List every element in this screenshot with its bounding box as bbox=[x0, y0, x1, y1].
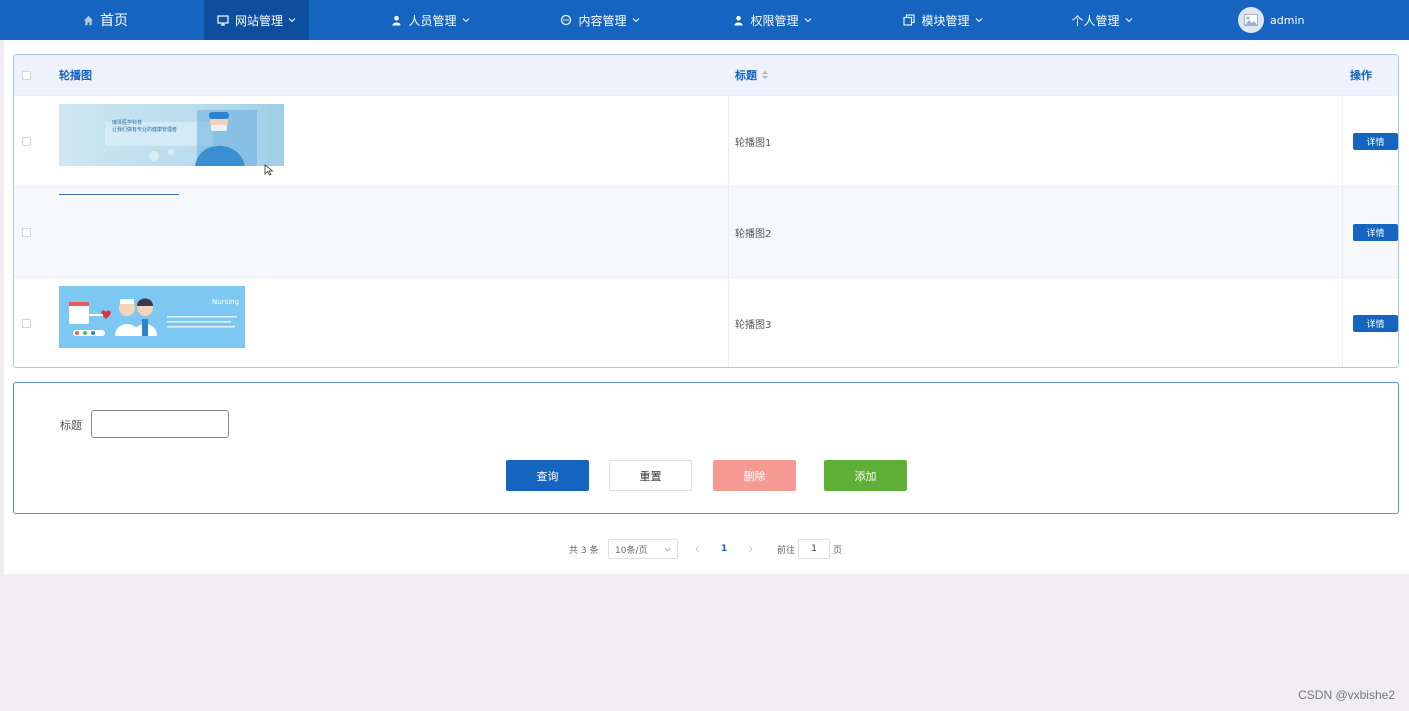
header-actions: 操作 bbox=[1350, 69, 1372, 82]
image-icon bbox=[1244, 14, 1258, 26]
watermark: CSDN @vxbishe2 bbox=[1298, 688, 1395, 702]
detail-button-label: 详情 bbox=[1353, 314, 1398, 332]
nav-personal-label: 个人管理 bbox=[1071, 13, 1120, 28]
nav-content-label: 内容管理 bbox=[578, 13, 627, 28]
goto-page-input[interactable]: 1 bbox=[798, 539, 830, 559]
add-button[interactable]: 添加 bbox=[824, 460, 907, 491]
username: admin bbox=[1270, 13, 1305, 27]
banner-heading: 瑞泽医学科普 bbox=[112, 120, 143, 126]
chevron-left-icon bbox=[695, 546, 700, 552]
row-title: 轮播图3 bbox=[735, 319, 772, 331]
row-title: 轮播图1 bbox=[735, 137, 772, 149]
detail-button[interactable]: 详情 bbox=[1353, 187, 1398, 277]
nav-website-management[interactable]: 网站管理 bbox=[204, 0, 309, 40]
user-menu[interactable]: admin bbox=[1238, 7, 1304, 33]
banner-subheading: 让我们做有专业的健康管理者 bbox=[112, 127, 178, 133]
sort-icon[interactable] bbox=[761, 70, 769, 80]
nav-staff-label: 人员管理 bbox=[408, 13, 457, 28]
nav-module-management[interactable]: 模块管理 bbox=[893, 0, 993, 40]
carousel-image-3: Nursing bbox=[59, 278, 245, 367]
chevron-down-icon bbox=[975, 18, 982, 23]
search-title-input[interactable] bbox=[91, 410, 229, 438]
header-title-label: 标题 bbox=[735, 69, 757, 82]
chevron-down-icon bbox=[462, 18, 469, 23]
header-title[interactable]: 标题 bbox=[735, 55, 769, 95]
carousel-table: 轮播图 标题 操作 瑞泽医学科普 让我们做有专业的健康管理者 轮播图1 详情 轮… bbox=[13, 54, 1399, 368]
mouse-cursor-icon bbox=[264, 164, 274, 176]
chevron-down-icon bbox=[632, 18, 639, 23]
chevron-down-icon bbox=[804, 18, 811, 23]
page-size-select[interactable]: 10条/页 bbox=[608, 539, 678, 559]
nav-website-label: 网站管理 bbox=[234, 13, 283, 28]
nav-content-management[interactable]: 内容管理 bbox=[550, 0, 650, 40]
nav-module-label: 模块管理 bbox=[921, 13, 970, 28]
delete-button[interactable]: 删除 bbox=[713, 460, 796, 491]
carousel-image-1: 瑞泽医学科普 让我们做有专业的健康管理者 bbox=[59, 96, 284, 186]
detail-button-label: 详情 bbox=[1353, 223, 1398, 241]
row-checkbox[interactable] bbox=[22, 187, 31, 277]
pagination: 共 3 条 10条/页 1 前往 1 页 bbox=[0, 539, 1409, 559]
row-title: 轮播图2 bbox=[735, 228, 772, 240]
chat-icon bbox=[560, 14, 572, 26]
pager-total: 共 3 条 bbox=[569, 545, 599, 556]
broken-image-line bbox=[59, 194, 179, 195]
detail-button[interactable]: 详情 bbox=[1353, 278, 1398, 367]
nav-personal-management[interactable]: 个人管理 bbox=[1062, 0, 1142, 40]
search-panel: 标题 查询 重置 删除 添加 bbox=[13, 382, 1399, 514]
nav-home[interactable]: 首页 bbox=[70, 0, 140, 40]
detail-button-label: 详情 bbox=[1353, 132, 1398, 150]
prev-page-button[interactable] bbox=[694, 539, 701, 559]
select-all-checkbox[interactable] bbox=[22, 55, 31, 95]
query-button[interactable]: 查询 bbox=[506, 460, 589, 491]
avatar[interactable] bbox=[1238, 7, 1264, 33]
copy-icon bbox=[903, 14, 916, 26]
user-icon bbox=[390, 14, 402, 26]
row-checkbox[interactable] bbox=[22, 278, 31, 367]
page-size-value: 10条/页 bbox=[615, 545, 648, 556]
next-page-button[interactable] bbox=[747, 539, 754, 559]
banner-heading: Nursing bbox=[212, 298, 240, 306]
nav-permission-label: 权限管理 bbox=[750, 13, 799, 28]
reset-button[interactable]: 重置 bbox=[609, 460, 692, 491]
page-number-current[interactable]: 1 bbox=[721, 539, 727, 559]
table-header: 轮播图 标题 操作 bbox=[14, 55, 1398, 95]
nav-staff-management[interactable]: 人员管理 bbox=[380, 0, 480, 40]
chevron-right-icon bbox=[748, 546, 753, 552]
search-title-label: 标题 bbox=[60, 419, 82, 432]
chevron-down-icon bbox=[1125, 18, 1132, 23]
detail-button[interactable]: 详情 bbox=[1353, 96, 1398, 186]
goto-label: 前往 bbox=[777, 545, 796, 556]
nav-permission-management[interactable]: 权限管理 bbox=[722, 0, 822, 40]
top-nav: 首页 网站管理 人员管理 内容管理 权限管理 模块管理 个人管理 admin bbox=[0, 0, 1409, 40]
chevron-down-icon bbox=[664, 547, 671, 551]
home-icon bbox=[82, 14, 94, 26]
table-row: Nursing 轮播图3 详情 bbox=[14, 277, 1398, 367]
table-row: 瑞泽医学科普 让我们做有专业的健康管理者 轮播图1 详情 bbox=[14, 95, 1398, 186]
header-image: 轮播图 bbox=[59, 69, 92, 82]
row-checkbox[interactable] bbox=[22, 96, 31, 186]
user-icon bbox=[732, 14, 744, 26]
nav-home-label: 首页 bbox=[100, 13, 128, 29]
table-row: 轮播图2 详情 bbox=[14, 186, 1398, 277]
monitor-icon bbox=[217, 14, 229, 26]
page-suffix-label: 页 bbox=[833, 545, 843, 556]
chevron-down-icon bbox=[288, 18, 296, 23]
